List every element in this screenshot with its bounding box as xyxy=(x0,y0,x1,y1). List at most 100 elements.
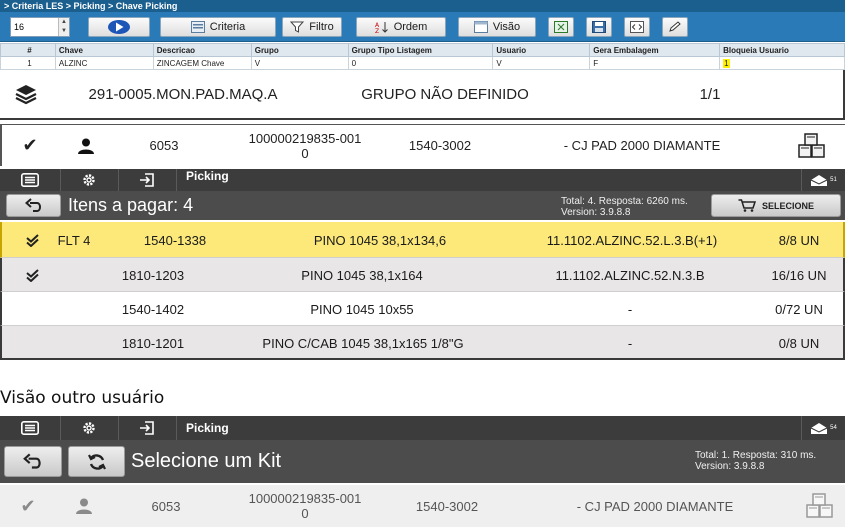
table-cell: 1 xyxy=(0,56,56,70)
table-cell: ALZINC xyxy=(54,56,154,70)
login-icon[interactable] xyxy=(118,416,176,440)
kit-order-line1: 100000219835-001 xyxy=(248,130,362,146)
list-icon[interactable] xyxy=(0,169,60,191)
criteria-button[interactable]: Criteria xyxy=(160,17,276,37)
item-description: PINO C/CAB 1045 38,1x165 1/8"G xyxy=(262,335,464,351)
bloqueia-value: 1 xyxy=(723,58,730,68)
kit-ref: 1540-3002 xyxy=(415,498,479,514)
refresh-button[interactable] xyxy=(68,446,125,477)
spreadsheet-icon xyxy=(554,21,568,33)
messages-badge: 51 xyxy=(830,177,837,183)
code-button[interactable] xyxy=(624,17,650,37)
double-check-icon xyxy=(20,258,46,292)
list-item[interactable]: 1540-1402 PINO 1045 10x55 - 0/72 UN xyxy=(0,292,845,326)
col-header[interactable]: Grupo Tipo Listagem xyxy=(347,43,494,57)
machine-code: 291-0005.MON.PAD.MAQ.A xyxy=(88,85,278,103)
ordem-button[interactable]: AZ Ordem xyxy=(356,17,446,37)
response-total: Total: 4. Resposta: 6260 ms. xyxy=(561,196,688,207)
app-navbar: Picking 51 xyxy=(0,169,845,191)
undo-icon xyxy=(24,197,41,212)
item-description: PINO 1045 38,1x164 xyxy=(301,267,423,283)
undo-icon xyxy=(23,452,41,469)
stepper-up-icon[interactable]: ▲ xyxy=(59,18,69,27)
kit-order: 100000219835-001 0 xyxy=(230,125,380,166)
stepper-down-icon[interactable]: ▼ xyxy=(59,27,69,36)
list-icon[interactable] xyxy=(0,416,60,440)
kit-ref: 1540-3002 xyxy=(408,138,472,153)
app-title: Picking xyxy=(186,421,229,435)
item-quantity: 0/72 UN xyxy=(775,301,823,317)
visao-button[interactable]: Visão xyxy=(458,17,536,37)
filtro-label: Filtro xyxy=(309,21,334,33)
table-cell: V xyxy=(250,56,349,70)
cart-icon xyxy=(738,199,756,212)
ordem-label: Ordem xyxy=(393,21,428,33)
edit-button[interactable] xyxy=(662,17,688,37)
item-quantity: 16/16 UN xyxy=(771,267,827,283)
table-row[interactable]: 1 ALZINC ZINCAGEM Chave V 0 V F 1 xyxy=(0,56,845,70)
kit-description: - CJ PAD 2000 DIAMANTE xyxy=(576,498,734,514)
visao-label: Visão xyxy=(492,21,521,33)
pencil-icon xyxy=(669,21,681,32)
boxes-icon[interactable] xyxy=(792,125,832,166)
item-location: - xyxy=(627,301,633,317)
check-icon: ✔ xyxy=(22,135,38,155)
list-item[interactable]: FLT 4 1540-1338 PINO 1045 38,1x134,6 11.… xyxy=(0,222,845,258)
section-caption: Visão outro usuário xyxy=(0,388,165,408)
page-size-input[interactable]: 16 ▲ ▼ xyxy=(10,17,70,37)
list-item[interactable]: 1810-1201 PINO C/CAB 1045 38,1x165 1/8"G… xyxy=(0,326,845,360)
gear-icon[interactable] xyxy=(60,416,118,440)
items-heading: Itens a pagar: 4 xyxy=(68,195,194,215)
item-code: 1810-1203 xyxy=(121,267,185,283)
messages-button[interactable]: 51 xyxy=(801,169,845,191)
kit-row[interactable]: ✔ 6053 100000219835-001 0 1540-3002 - CJ… xyxy=(0,124,845,166)
save-button[interactable] xyxy=(586,17,612,37)
table-cell: 1 xyxy=(719,56,845,70)
kit-row-2[interactable]: ✔ 6053 100000219835-001 0 1540-3002 - CJ… xyxy=(0,485,845,527)
col-header[interactable]: Bloqueia Usuario xyxy=(719,43,845,57)
boxes-icon[interactable] xyxy=(800,485,840,527)
table-cell: V xyxy=(492,56,591,70)
messages-button[interactable]: 54 xyxy=(801,416,845,440)
login-icon[interactable] xyxy=(118,169,176,191)
col-header[interactable]: Descricao xyxy=(152,43,252,57)
table-cell: 0 xyxy=(347,56,494,70)
floppy-icon xyxy=(592,21,606,33)
page-size-value: 16 xyxy=(14,22,25,32)
table-cell: F xyxy=(589,56,721,70)
action-bar-2: Selecione um Kit Total: 1. Resposta: 310… xyxy=(0,440,845,483)
sort-icon: AZ xyxy=(375,22,388,33)
item-code: 1540-1402 xyxy=(121,301,185,317)
item-location: 11.1102.ALZINC.52.N.3.B xyxy=(555,267,705,283)
col-header[interactable]: Usuario xyxy=(492,43,591,57)
col-header[interactable]: Gera Embalagem xyxy=(589,43,721,57)
selecione-button[interactable]: SELECIONE xyxy=(711,194,841,217)
item-description: PINO 1045 38,1x134,6 xyxy=(313,232,447,248)
col-header[interactable]: Grupo xyxy=(250,43,349,57)
user-icon xyxy=(66,125,106,166)
machine-bar[interactable]: 291-0005.MON.PAD.MAQ.A GRUPO NÃO DEFINID… xyxy=(0,70,845,120)
group-name: GRUPO NÃO DEFINIDO xyxy=(361,85,529,103)
item-location: 11.1102.ALZINC.52.L.3.B(+1) xyxy=(546,232,718,248)
col-header[interactable]: # xyxy=(0,43,56,57)
messages-badge: 54 xyxy=(830,425,837,431)
mail-icon xyxy=(810,422,828,434)
item-location: - xyxy=(627,335,633,351)
run-button[interactable] xyxy=(88,17,150,37)
back-button[interactable] xyxy=(6,194,61,217)
kit-order-line1: 100000219835-001 xyxy=(248,491,362,506)
filtro-button[interactable]: Filtro xyxy=(282,17,342,37)
item-quantity: 8/8 UN xyxy=(778,232,820,248)
check-icon: ✔ xyxy=(20,495,36,516)
app-title: Picking xyxy=(186,169,229,183)
list-item[interactable]: 1810-1203 PINO 1045 38,1x164 11.1102.ALZ… xyxy=(0,258,845,292)
kit-description: - CJ PAD 2000 DIAMANTE xyxy=(563,138,721,153)
back-button[interactable] xyxy=(4,446,62,477)
col-header[interactable]: Chave xyxy=(54,43,154,57)
excel-export-button[interactable] xyxy=(548,17,574,37)
mail-icon xyxy=(810,174,828,186)
response-total: Total: 1. Resposta: 310 ms. xyxy=(695,450,817,461)
page-size-stepper[interactable]: ▲ ▼ xyxy=(58,18,69,36)
item-description: PINO 1045 10x55 xyxy=(310,301,414,317)
gear-icon[interactable] xyxy=(60,169,118,191)
